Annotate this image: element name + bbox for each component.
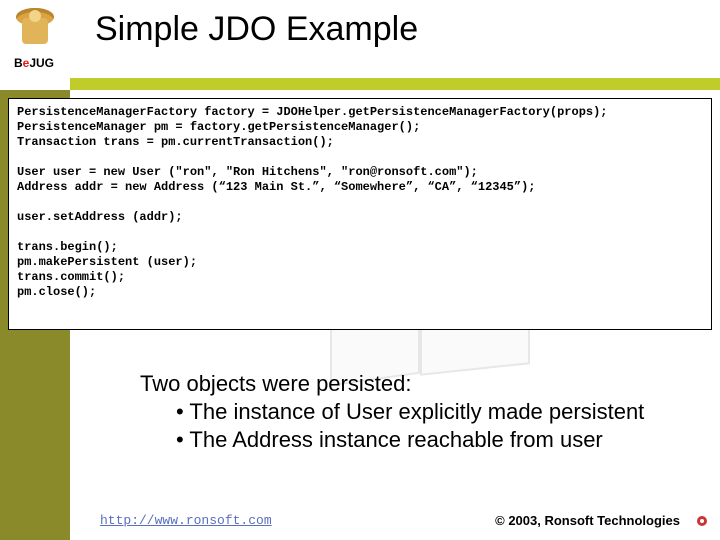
body-bullets: • The instance of User explicitly made p… (176, 398, 700, 454)
footer-ornament-icon (696, 514, 708, 526)
body-heading: Two objects were persisted: (140, 370, 700, 398)
bejug-logo (6, 4, 64, 84)
top-rail-stripe (70, 78, 720, 90)
footer-copyright: © 2003, Ronsoft Technologies (495, 513, 680, 528)
code-block: PersistenceManagerFactory factory = JDOH… (8, 98, 712, 330)
bejug-logo-text: BeJUG (4, 56, 64, 70)
logo-letters-jug: JUG (29, 56, 54, 70)
logo-letter-b: B (14, 56, 23, 70)
slide: BeJUG Simple JDO Example PersistenceMana… (0, 0, 720, 540)
bullet-text: The Address instance reachable from user (189, 427, 602, 452)
bullet-item: • The Address instance reachable from us… (176, 426, 700, 454)
footer-url-link[interactable]: http://www.ronsoft.com (100, 513, 272, 528)
bullet-item: • The instance of User explicitly made p… (176, 398, 700, 426)
bullet-text: The instance of User explicitly made per… (189, 399, 644, 424)
body-text: Two objects were persisted: • The instan… (140, 370, 700, 454)
slide-title: Simple JDO Example (95, 10, 418, 49)
